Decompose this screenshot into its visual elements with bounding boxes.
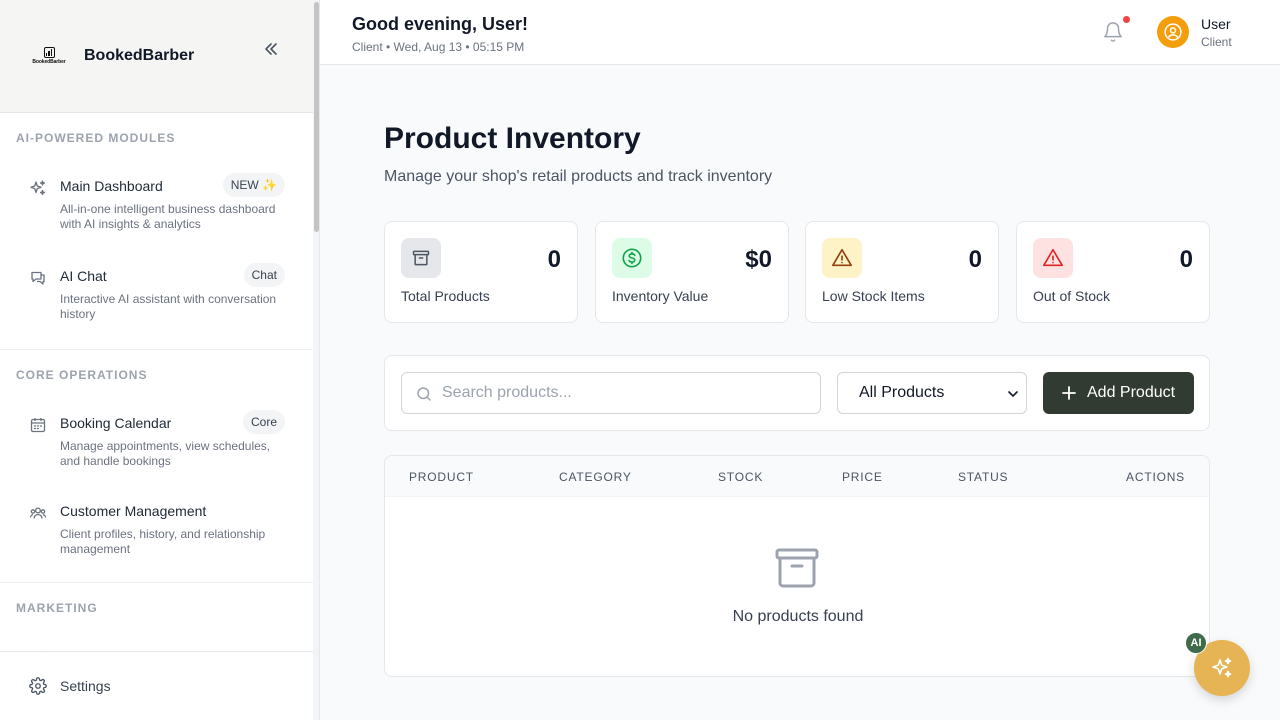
search-input[interactable] xyxy=(442,373,812,413)
new-badge: NEW ✨ xyxy=(222,173,285,197)
brand-logo[interactable]: BookedBarber xyxy=(30,44,68,68)
page-title: Product Inventory xyxy=(384,122,641,155)
column-header-stock[interactable]: STOCK xyxy=(718,470,763,484)
user-name[interactable]: User xyxy=(1201,16,1231,32)
column-header-category[interactable]: CATEGORY xyxy=(559,470,632,484)
stat-value: 0 xyxy=(547,246,561,273)
page-subtitle: Manage your shop's retail products and t… xyxy=(384,168,773,185)
products-table: PRODUCT CATEGORY STOCK PRICE STATUS ACTI… xyxy=(384,455,1210,677)
archive-icon xyxy=(412,250,430,266)
search-icon xyxy=(417,387,431,401)
warning-icon xyxy=(832,248,852,267)
search-box[interactable] xyxy=(401,372,821,414)
users-icon xyxy=(29,507,47,519)
sidebar: BookedBarber BookedBarber AI-POWERED MOD… xyxy=(0,0,320,720)
section-title-ai: AI-POWERED MODULES xyxy=(16,131,176,145)
column-header-actions: ACTIONS xyxy=(1126,470,1185,484)
collapse-sidebar-button[interactable] xyxy=(262,40,280,58)
settings-label: Settings xyxy=(60,678,111,694)
user-role: Client xyxy=(1201,35,1232,49)
dollar-circle-icon xyxy=(622,248,642,268)
product-filter-select[interactable]: All Products xyxy=(837,372,1027,414)
add-product-label: Add Product xyxy=(1087,384,1176,401)
inventory-toolbar: All Products Add Product xyxy=(384,355,1210,431)
stat-out-of-stock: 0 Out of Stock xyxy=(1016,221,1210,323)
column-header-price[interactable]: PRICE xyxy=(842,470,883,484)
table-header: PRODUCT CATEGORY STOCK PRICE STATUS ACTI… xyxy=(385,456,1209,497)
empty-archive-icon xyxy=(775,548,819,588)
chat-badge: Chat xyxy=(243,263,285,287)
sidebar-item-settings[interactable]: Settings xyxy=(0,651,313,720)
chevrons-left-icon xyxy=(265,43,277,55)
calendar-icon xyxy=(30,418,46,433)
plus-icon xyxy=(1062,386,1076,400)
stat-label: Total Products xyxy=(401,288,490,304)
stat-value: 0 xyxy=(1179,246,1193,273)
stat-low-stock: 0 Low Stock Items xyxy=(805,221,999,323)
column-header-product[interactable]: PRODUCT xyxy=(409,470,474,484)
sidebar-item-desc: Client profiles, history, and relationsh… xyxy=(60,527,266,556)
divider xyxy=(0,582,313,583)
add-product-button[interactable]: Add Product xyxy=(1043,372,1194,414)
brand-name: BookedBarber xyxy=(84,47,195,64)
top-bar: Good evening, User! Client • Wed, Aug 13… xyxy=(320,0,1280,65)
sidebar-item-desc: Interactive AI assistant with conversati… xyxy=(60,292,277,321)
sparkles-icon xyxy=(1212,657,1232,678)
empty-state-text: No products found xyxy=(732,608,864,625)
sidebar-item-ai-chat[interactable]: AI Chat Chat Interactive AI assistant wi… xyxy=(0,263,313,322)
sidebar-item-customer-management[interactable]: Customer Management Client profiles, his… xyxy=(0,502,313,557)
stat-label: Out of Stock xyxy=(1033,288,1111,304)
stat-value: 0 xyxy=(968,246,982,273)
sidebar-item-booking-calendar[interactable]: Booking Calendar Core Manage appointment… xyxy=(0,410,313,469)
sparkles-icon xyxy=(30,180,46,196)
sidebar-scroll-thumb[interactable] xyxy=(314,2,319,232)
chat-icon xyxy=(31,271,45,285)
notification-dot xyxy=(1123,16,1130,23)
divider xyxy=(0,349,313,350)
column-header-status[interactable]: STATUS xyxy=(958,470,1008,484)
chevron-down-icon xyxy=(1008,391,1018,398)
avatar[interactable] xyxy=(1157,16,1189,48)
bell-icon[interactable] xyxy=(1102,20,1124,44)
stat-inventory-value: $0 Inventory Value xyxy=(595,221,789,323)
sidebar-item-label: Customer Management xyxy=(60,503,207,519)
core-badge: Core xyxy=(242,410,285,434)
section-title-marketing: MARKETING xyxy=(16,601,98,615)
ai-badge: AI xyxy=(1185,632,1207,654)
sidebar-header: BookedBarber BookedBarber xyxy=(0,0,319,113)
stat-total-products: 0 Total Products xyxy=(384,221,578,323)
sidebar-item-main-dashboard[interactable]: Main Dashboard NEW ✨ All-in-one intellig… xyxy=(0,173,313,232)
sidebar-item-desc: All-in-one intelligent business dashboar… xyxy=(60,202,276,231)
greeting-subline: Client • Wed, Aug 13 • 05:15 PM xyxy=(352,40,525,54)
sidebar-item-desc: Manage appointments, view schedules, and… xyxy=(60,439,271,468)
stat-label: Low Stock Items xyxy=(822,288,925,304)
filter-value: All Products xyxy=(859,384,945,401)
alert-icon xyxy=(1043,248,1063,267)
gear-icon xyxy=(29,677,47,695)
user-circle-icon xyxy=(1164,23,1182,41)
stat-value: $0 xyxy=(745,246,772,273)
section-title-core: CORE OPERATIONS xyxy=(16,368,148,382)
stat-label: Inventory Value xyxy=(612,288,709,304)
greeting: Good evening, User! xyxy=(352,14,529,34)
